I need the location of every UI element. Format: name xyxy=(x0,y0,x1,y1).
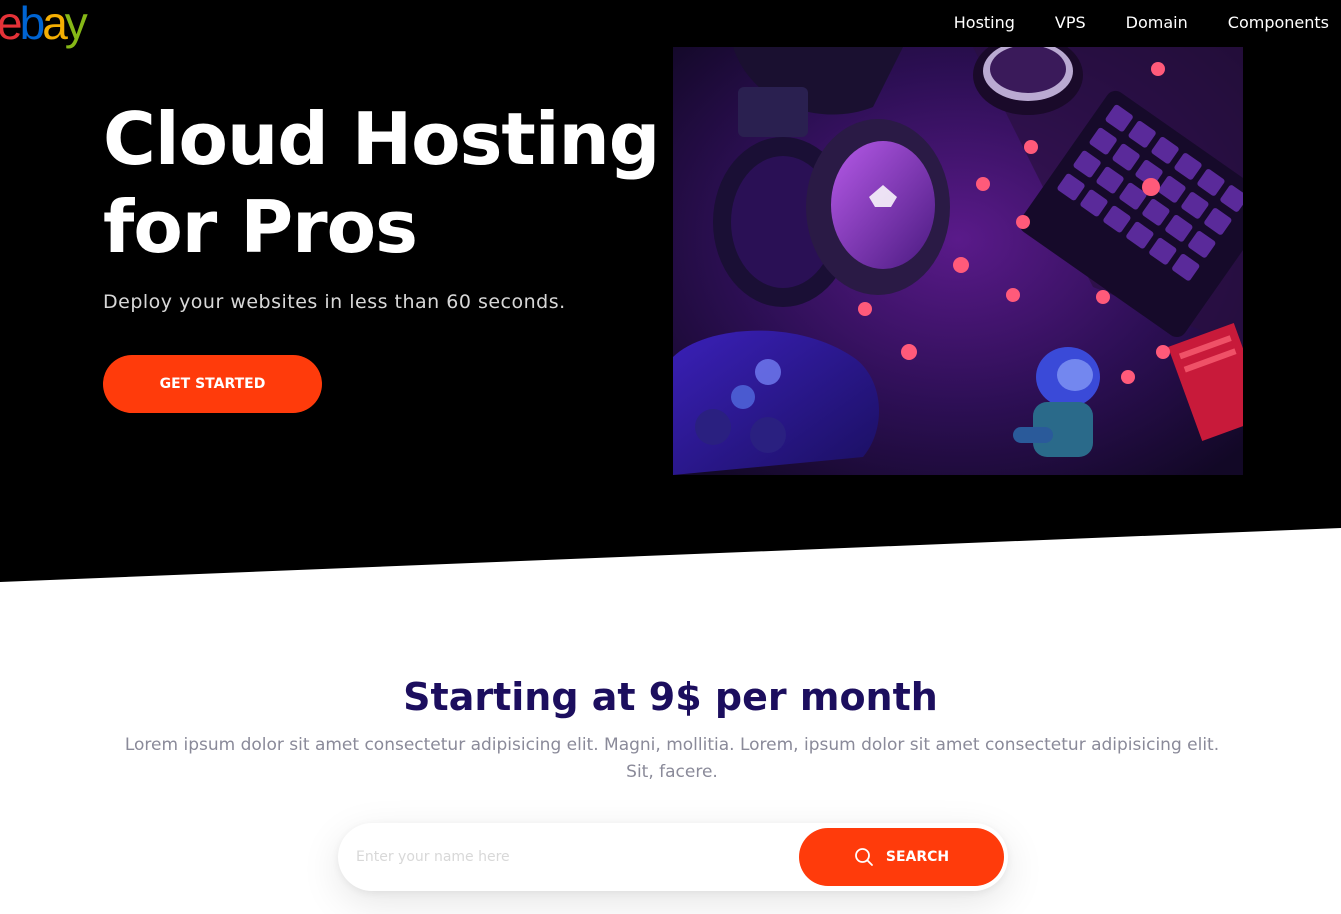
nav-link-components[interactable]: Components xyxy=(1228,13,1329,33)
search-icon xyxy=(854,848,873,866)
hero-title-line1: Cloud Hosting xyxy=(103,97,660,181)
logo-letter-a: a xyxy=(42,0,68,49)
search-button-label: SEARCH xyxy=(885,849,950,865)
nav-link-domain[interactable]: Domain xyxy=(1126,13,1188,33)
pricing-title: Starting at 9$ per month xyxy=(403,675,938,719)
logo-letter-e: e xyxy=(0,0,23,49)
nav-link-hosting[interactable]: Hosting xyxy=(954,13,1015,33)
hero-image xyxy=(673,47,1243,475)
hero-title-line2: for Pros xyxy=(103,185,418,269)
search-button[interactable]: SEARCH xyxy=(799,828,1004,886)
logo-letter-b: b xyxy=(19,0,46,49)
get-started-button[interactable]: GET STARTED xyxy=(103,355,322,413)
search-bar: SEARCH xyxy=(338,823,1008,891)
logo-letter-y: y xyxy=(64,0,88,49)
top-nav: ebay Hosting VPS Domain Components xyxy=(0,0,1341,46)
nav-link-vps[interactable]: VPS xyxy=(1055,13,1086,33)
nav-links: Hosting VPS Domain Components xyxy=(914,13,1329,33)
pricing-description: Lorem ipsum dolor sit amet consectetur a… xyxy=(124,735,1220,782)
ebay-logo[interactable]: ebay xyxy=(0,0,88,49)
hero-subtitle: Deploy your websites in less than 60 sec… xyxy=(103,291,566,313)
hero-title: Cloud Hosting for Pros xyxy=(103,95,673,271)
gaming-setup-illustration xyxy=(673,47,1243,475)
name-input[interactable] xyxy=(356,837,786,877)
